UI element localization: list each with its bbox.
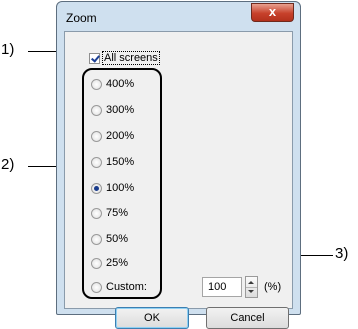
all-screens-label: All screens: [102, 51, 160, 65]
chevron-up-icon[interactable]: [248, 281, 254, 284]
radio-icon[interactable]: [91, 257, 102, 269]
zoom-option-custom[interactable]: Custom:: [91, 281, 147, 293]
zoom-option-50[interactable]: 50%: [91, 233, 128, 245]
callout-3: 3): [335, 245, 349, 262]
zoom-option-label: 300%: [106, 104, 135, 116]
radio-icon[interactable]: [91, 104, 102, 116]
zoom-option-300[interactable]: 300%: [91, 104, 134, 116]
spinner-divider: [246, 287, 257, 288]
close-icon: x: [268, 4, 277, 19]
zoom-option-400[interactable]: 400%: [91, 78, 134, 90]
radio-icon[interactable]: [91, 156, 102, 168]
zoom-option-25[interactable]: 25%: [91, 257, 128, 269]
all-screens-checkbox[interactable]: All screens: [89, 51, 160, 65]
zoom-option-label: Custom:: [106, 281, 147, 293]
dialog-title: Zoom: [66, 11, 97, 25]
radio-selected-icon[interactable]: [91, 182, 102, 194]
zoom-option-label: 150%: [106, 156, 135, 168]
callout-1: 1): [1, 41, 15, 58]
zoom-option-200[interactable]: 200%: [91, 130, 134, 142]
radio-icon[interactable]: [91, 78, 102, 90]
zoom-option-label: 75%: [106, 207, 129, 219]
zoom-option-label: 400%: [106, 78, 135, 90]
custom-zoom-unit: (%): [264, 281, 282, 293]
custom-zoom-spinner[interactable]: [245, 276, 258, 298]
zoom-option-75[interactable]: 75%: [91, 207, 128, 219]
zoom-option-100[interactable]: 100%: [91, 182, 134, 194]
radio-icon[interactable]: [91, 281, 102, 293]
radio-icon[interactable]: [91, 233, 102, 245]
zoom-option-label: 25%: [106, 257, 129, 269]
callout-2: 2): [1, 156, 15, 173]
radio-icon[interactable]: [91, 130, 102, 142]
radio-icon[interactable]: [91, 207, 102, 219]
zoom-option-label: 200%: [106, 130, 135, 142]
zoom-option-label: 100%: [106, 182, 135, 194]
close-button[interactable]: x: [251, 3, 294, 22]
cancel-button[interactable]: Cancel: [206, 307, 289, 329]
zoom-dialog: Zoom x All screens 400% 300% 200% 150% 1…: [56, 1, 301, 329]
ok-button[interactable]: OK: [115, 307, 189, 329]
dialog-client-area: All screens 400% 300% 200% 150% 100% 75%: [64, 31, 293, 329]
title-bar[interactable]: Zoom x: [57, 2, 300, 32]
zoom-option-label: 50%: [106, 233, 129, 245]
zoom-option-150[interactable]: 150%: [91, 156, 134, 168]
chevron-down-icon[interactable]: [248, 290, 254, 293]
checkbox-checked-icon[interactable]: [89, 52, 100, 64]
custom-zoom-input[interactable]: 100: [202, 277, 242, 297]
